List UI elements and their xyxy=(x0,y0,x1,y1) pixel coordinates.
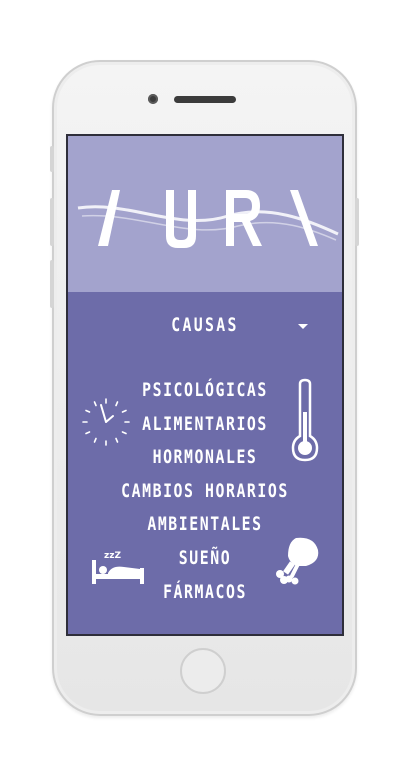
caret-down-icon[interactable] xyxy=(298,324,308,329)
list-item-cambios-horarios[interactable]: CAMBIOS HORARIOS xyxy=(98,475,312,509)
mute-switch xyxy=(50,146,54,172)
home-button[interactable] xyxy=(180,648,226,694)
app-screen: CAUSAS PSICOLÓGICAS ALIMENTARIOS HORMONA… xyxy=(66,134,344,636)
sleeping-bed-icon: zzZ xyxy=(92,551,144,584)
aura-logo xyxy=(77,190,339,248)
clock-icon xyxy=(82,398,130,446)
thermometer-icon xyxy=(291,378,319,462)
earpiece-speaker xyxy=(174,96,236,103)
front-camera xyxy=(148,94,158,104)
volume-up-button xyxy=(50,198,54,246)
volume-down-button xyxy=(50,260,54,308)
chicken-leg-icon xyxy=(276,537,319,585)
menu-title[interactable]: CAUSAS xyxy=(98,314,312,336)
svg-text:zzZ: zzZ xyxy=(104,551,121,561)
power-button xyxy=(355,198,359,246)
app-header xyxy=(68,136,342,292)
